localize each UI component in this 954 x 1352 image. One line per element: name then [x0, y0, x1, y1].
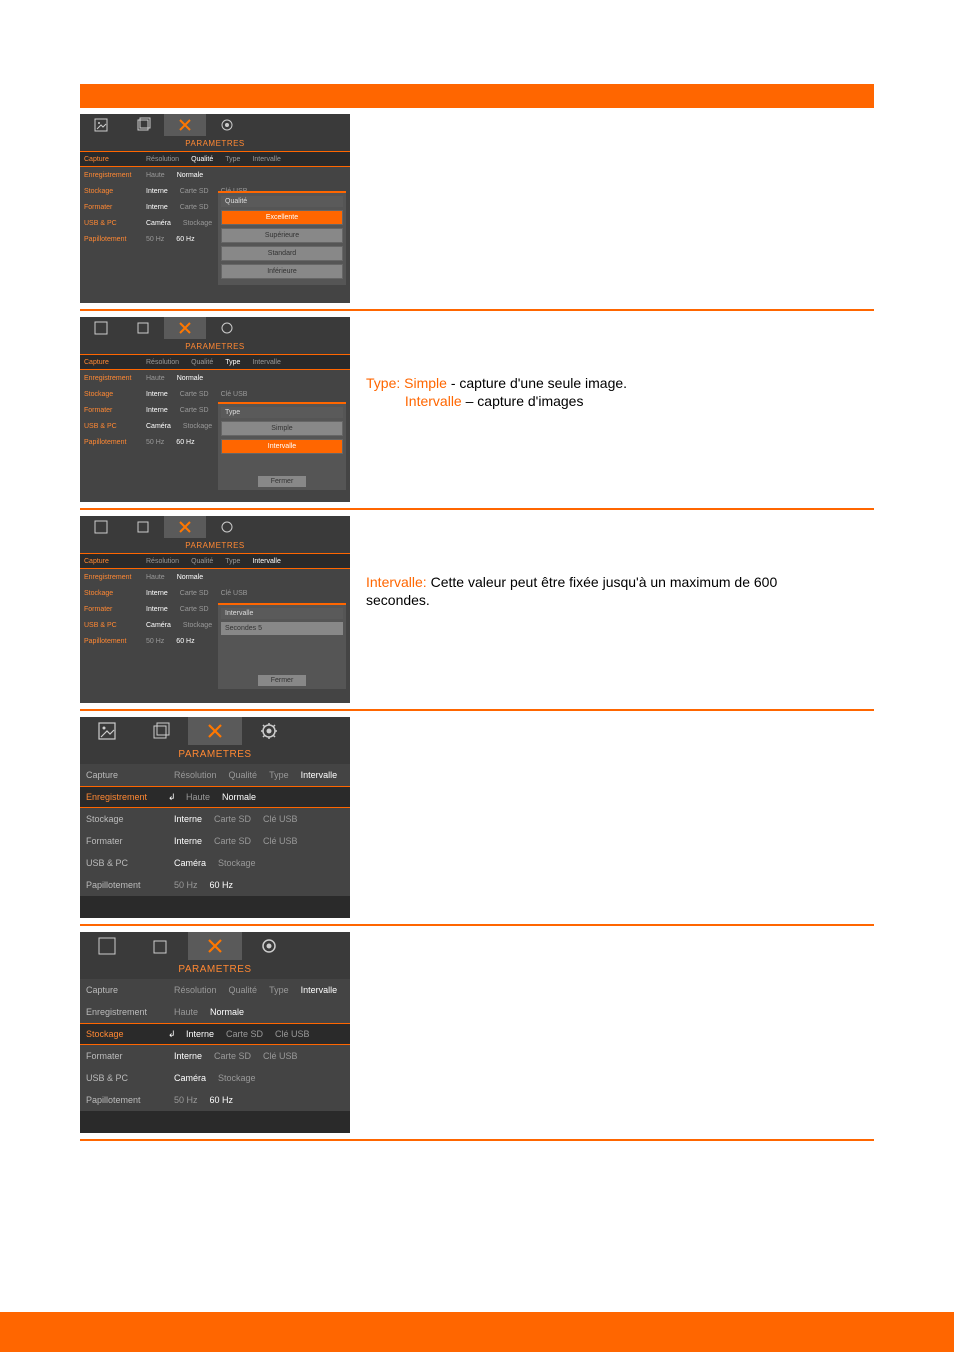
screenshot-intervalle: PARAMETRES CaptureRésolutionQualitéTypeI…: [80, 516, 350, 703]
screenshot-stockage: PARAMETRES CaptureRésolutionQualitéTypeI…: [80, 932, 350, 1133]
intervalle-desc-2: secondes.: [366, 592, 874, 608]
tab-image-icon: [80, 717, 134, 745]
tab-gear-icon: [242, 717, 296, 745]
header-bar: [80, 84, 874, 106]
screenshot-type: PARAMETRES CaptureRésolutionQualitéTypeI…: [80, 317, 350, 502]
row-qualite: PARAMETRES CaptureRésolutionQualitéTypeI…: [80, 106, 874, 309]
tab-stack-icon: [134, 717, 188, 745]
footer: [0, 1312, 954, 1352]
screenshot-qualite: PARAMETRES CaptureRésolutionQualitéTypeI…: [80, 114, 350, 303]
row-type: PARAMETRES CaptureRésolutionQualitéTypeI…: [80, 309, 874, 508]
tab-tools-icon: [188, 717, 242, 745]
row-enregistrement: PARAMETRES CaptureRésolutionQualitéTypeI…: [80, 709, 874, 924]
type-desc-1: Type: Simple - capture d'une seule image…: [366, 375, 874, 391]
intervalle-desc-1: Intervalle: Cette valeur peut être fixée…: [366, 574, 874, 590]
row-intervalle: PARAMETRES CaptureRésolutionQualitéTypeI…: [80, 508, 874, 709]
type-desc-2: Intervalle – capture d'images: [366, 393, 874, 409]
row-stockage: PARAMETRES CaptureRésolutionQualitéTypeI…: [80, 924, 874, 1141]
screenshot-enreg: PARAMETRES CaptureRésolutionQualitéTypeI…: [80, 717, 350, 918]
